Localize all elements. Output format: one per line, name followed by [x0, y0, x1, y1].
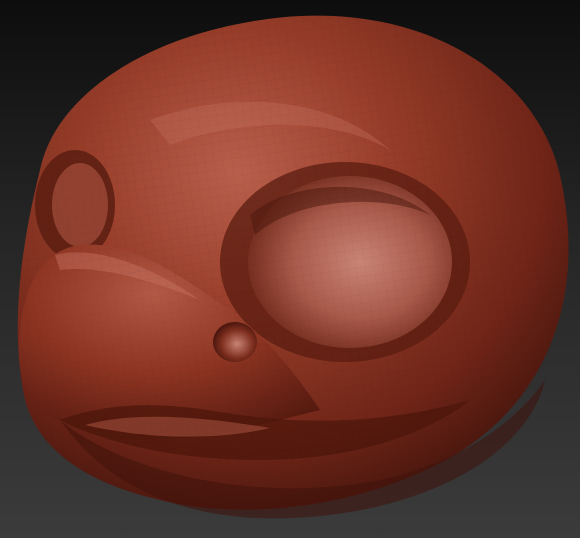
- sculpt-viewport[interactable]: [0, 0, 580, 538]
- sculpted-head-render: [17, 15, 569, 519]
